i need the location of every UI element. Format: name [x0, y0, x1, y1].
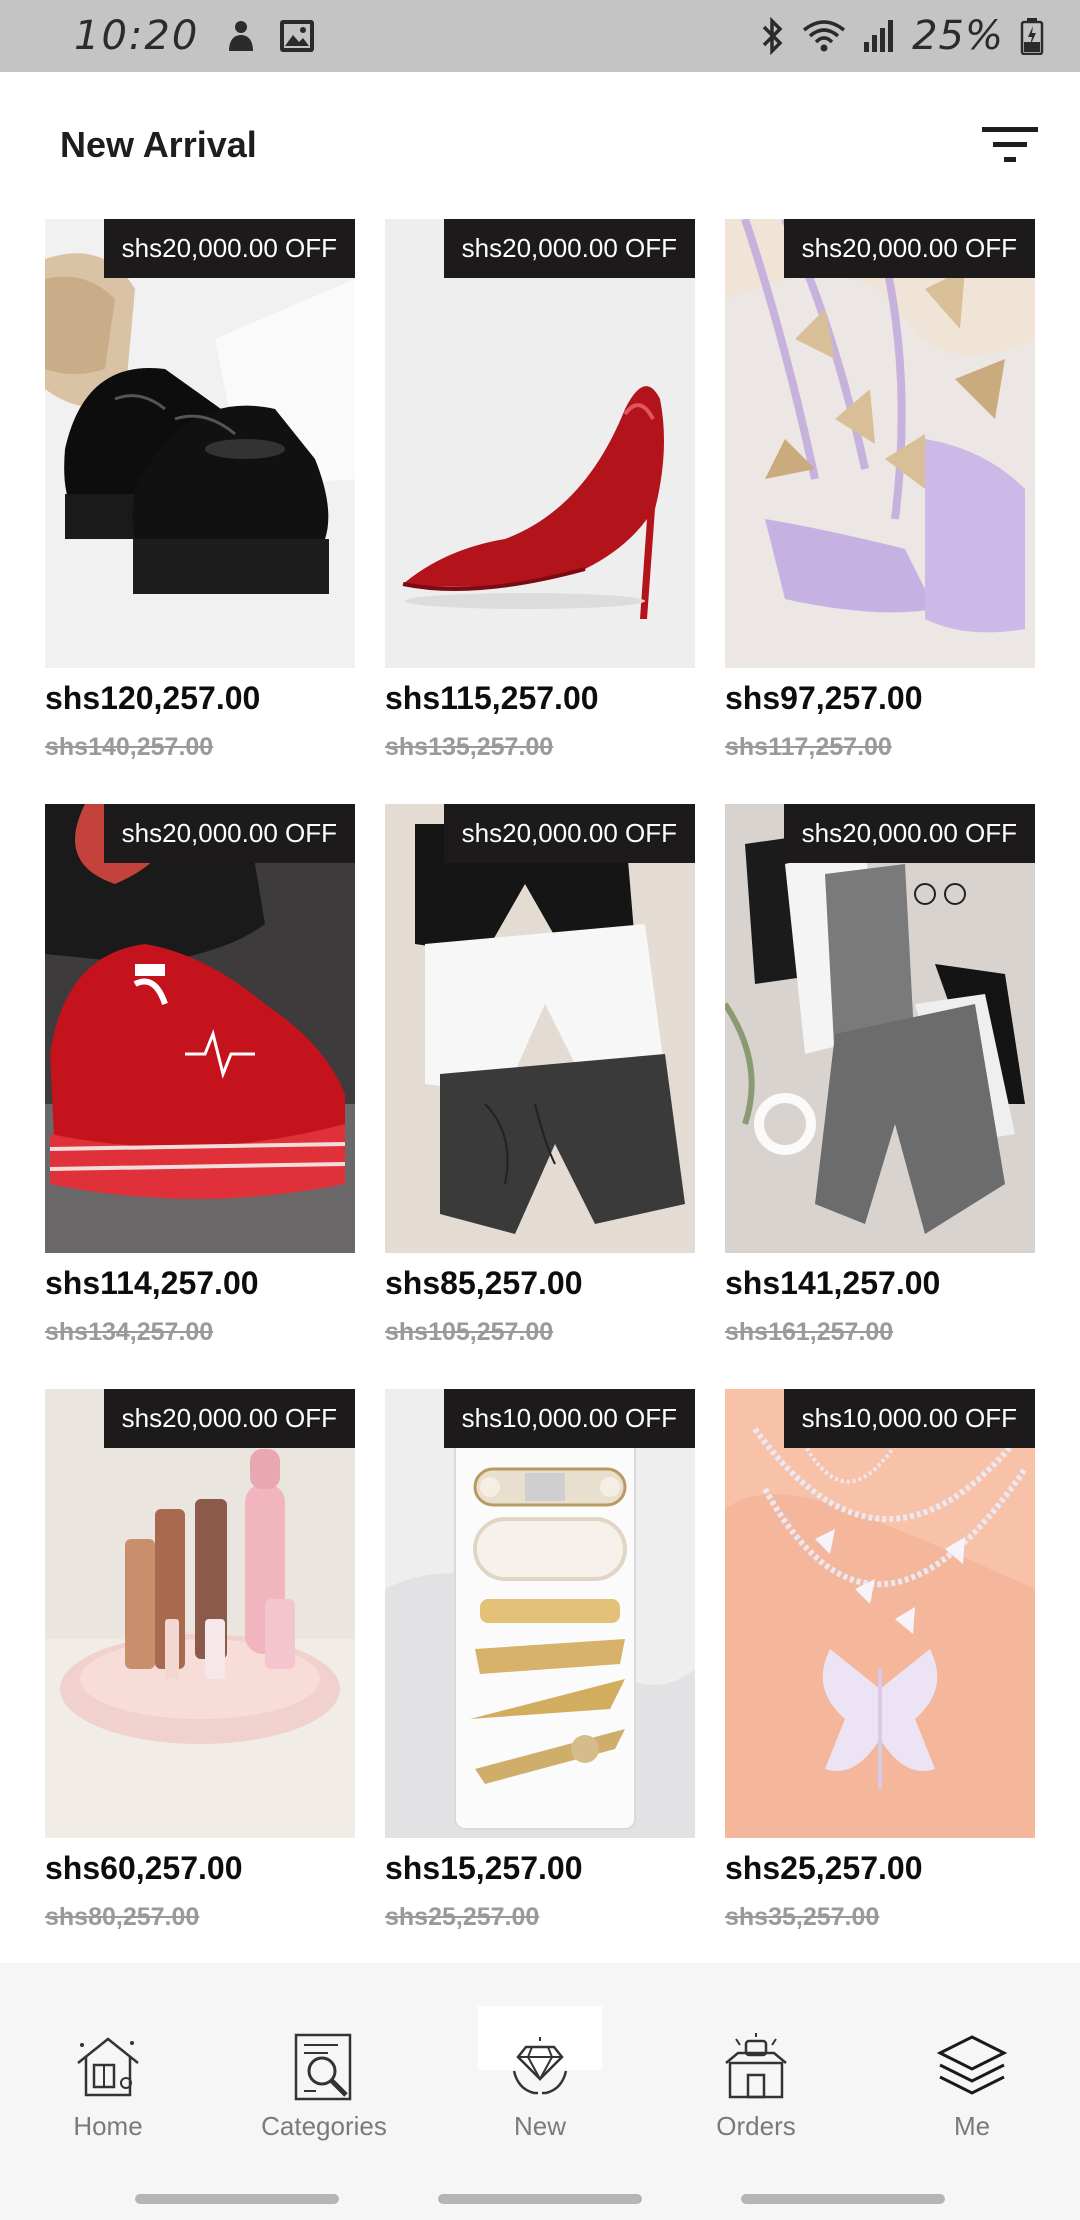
image-icon	[280, 20, 315, 52]
product-image-shorts-set: shs20,000.00 OFF	[385, 804, 695, 1253]
product-card[interactable]: shs20,000.00 OFF shs141,257.00 shs161,25…	[725, 804, 1035, 1389]
discount-badge: shs20,000.00 OFF	[443, 219, 695, 278]
nav-label: Me	[953, 2111, 991, 2141]
product-old-price: shs161,257.00	[725, 1318, 894, 1346]
product-image-butterfly-necklace: shs10,000.00 OFF	[725, 1389, 1035, 1838]
notification-person-icon	[229, 21, 254, 51]
nav-item-categories[interactable]: Categories	[216, 1963, 432, 2175]
nav-label: Orders	[716, 2111, 796, 2141]
bluetooth-icon	[762, 17, 783, 55]
product-price: shs114,257.00	[45, 1265, 259, 1301]
product-price: shs141,257.00	[725, 1265, 941, 1301]
nav-label: Home	[73, 2111, 143, 2141]
discount-badge: shs10,000.00 OFF	[443, 1389, 695, 1448]
product-old-price: shs134,257.00	[45, 1318, 214, 1346]
status-time: 10:20	[74, 13, 200, 59]
product-price: shs25,257.00	[725, 1850, 923, 1886]
product-old-price: shs117,257.00	[725, 733, 892, 761]
product-card[interactable]: shs20,000.00 OFF shs114,257.00 shs134,25…	[45, 804, 355, 1389]
status-left-icons	[225, 19, 315, 53]
page-title: New Arrival	[60, 124, 257, 165]
home-icon	[77, 2037, 139, 2097]
product-image-makeup-organizer: shs20,000.00 OFF	[45, 1389, 355, 1838]
wifi-icon	[803, 20, 846, 52]
discount-badge: shs10,000.00 OFF	[783, 1389, 1035, 1448]
product-old-price: shs35,257.00	[725, 1903, 880, 1931]
product-price: shs60,257.00	[45, 1850, 243, 1886]
battery-icon	[1020, 18, 1044, 55]
nav-label: New	[513, 2111, 566, 2141]
product-card[interactable]: shs20,000.00 OFF shs120,257.00 shs140,25…	[45, 219, 355, 804]
status-bar: 10:20 25%	[0, 0, 1080, 72]
nav-label: Categories	[261, 2111, 387, 2141]
bottom-nav: Home Categories New Orders Me	[0, 1963, 1080, 2175]
product-old-price: shs135,257.00	[385, 733, 554, 761]
orders-box-icon	[725, 2033, 787, 2099]
status-right: 25%	[760, 13, 1044, 59]
product-image-tank-and-joggers: shs20,000.00 OFF	[725, 804, 1035, 1253]
filter-button[interactable]	[980, 115, 1040, 175]
product-image-hair-clips: shs10,000.00 OFF	[385, 1389, 695, 1838]
product-price: shs97,257.00	[725, 680, 923, 716]
discount-badge: shs20,000.00 OFF	[783, 219, 1035, 278]
discount-badge: shs20,000.00 OFF	[103, 1389, 355, 1448]
gesture-pill-left[interactable]	[135, 2194, 339, 2204]
product-price: shs115,257.00	[385, 680, 599, 716]
product-card[interactable]: shs20,000.00 OFF shs85,257.00 shs105,257…	[385, 804, 695, 1389]
nav-item-new[interactable]: New	[432, 1963, 648, 2175]
nav-item-me[interactable]: Me	[864, 1963, 1080, 2175]
header: New Arrival	[0, 72, 1080, 218]
product-card[interactable]: shs10,000.00 OFF shs15,257.00 shs25,257.…	[385, 1389, 695, 1974]
signal-icon	[864, 20, 894, 52]
discount-badge: shs20,000.00 OFF	[443, 804, 695, 863]
product-old-price: shs80,257.00	[45, 1903, 200, 1931]
discount-badge: shs20,000.00 OFF	[103, 219, 355, 278]
product-card[interactable]: shs20,000.00 OFF shs97,257.00 shs117,257…	[725, 219, 1035, 804]
nav-item-home[interactable]: Home	[0, 1963, 216, 2175]
nav-item-orders[interactable]: Orders	[648, 1963, 864, 2175]
product-grid: shs20,000.00 OFF shs120,257.00 shs140,25…	[45, 219, 1035, 1974]
product-card[interactable]: shs20,000.00 OFF shs115,257.00 shs135,25…	[385, 219, 695, 804]
product-image-red-sneakers: shs20,000.00 OFF	[45, 804, 355, 1253]
gesture-bar	[0, 2175, 1080, 2220]
product-price: shs85,257.00	[385, 1265, 583, 1301]
product-image-butterfly-sandals: shs20,000.00 OFF	[725, 219, 1035, 668]
product-old-price: shs105,257.00	[385, 1318, 554, 1346]
discount-badge: shs20,000.00 OFF	[783, 804, 1035, 863]
product-image-black-platform-shoes: shs20,000.00 OFF	[45, 219, 355, 668]
product-price: shs15,257.00	[385, 1850, 583, 1886]
product-card[interactable]: shs10,000.00 OFF shs25,257.00 shs35,257.…	[725, 1389, 1035, 1974]
product-old-price: shs140,257.00	[45, 733, 214, 761]
categories-icon	[294, 2033, 352, 2101]
discount-badge: shs20,000.00 OFF	[103, 804, 355, 863]
gesture-pill-right[interactable]	[741, 2194, 945, 2204]
product-old-price: shs25,257.00	[385, 1903, 540, 1931]
layers-icon	[936, 2035, 1008, 2095]
product-image-red-pump: shs20,000.00 OFF	[385, 219, 695, 668]
battery-percent: 25%	[912, 13, 1004, 59]
gesture-pill-center[interactable]	[438, 2194, 642, 2204]
diamond-icon	[512, 2037, 568, 2095]
product-card[interactable]: shs20,000.00 OFF shs60,257.00 shs80,257.…	[45, 1389, 355, 1974]
filter-icon	[982, 127, 1038, 162]
product-price: shs120,257.00	[45, 680, 261, 716]
